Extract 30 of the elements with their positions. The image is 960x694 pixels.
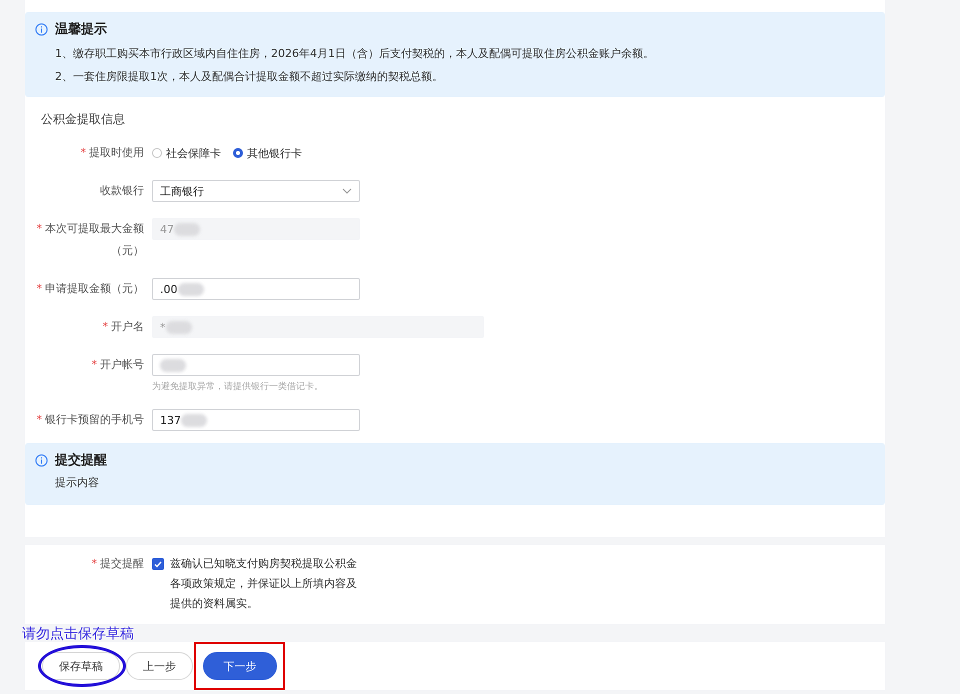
form-button[interactable]: 上一步 — [126, 652, 193, 680]
field-label: * 申请提取金额（元） — [36, 282, 144, 295]
input-field[interactable]: 137 — [152, 409, 360, 431]
radio-option[interactable]: 社会保障卡 — [152, 146, 221, 160]
notice-title: 提交提醒 — [55, 452, 107, 469]
notice-title: 温馨提示 — [55, 21, 107, 38]
annotation-note: 请勿点击保存草稿 — [22, 625, 134, 643]
input-field[interactable] — [152, 354, 360, 376]
info-icon — [35, 22, 48, 36]
input-field[interactable]: .00 — [152, 278, 360, 300]
form-button[interactable]: 下一步 — [203, 652, 277, 680]
chevron-down-icon — [342, 188, 352, 194]
notice-text: 1、缴存职工购买本市行政区域内自住住房，2026年4月1日（含）后支付契税的，本人及配偶可提取住房公积金账户余额。 — [55, 46, 655, 61]
checkbox[interactable] — [152, 558, 164, 570]
notice-text: 提示内容 — [55, 475, 100, 490]
bank-select[interactable]: 工商银行 — [152, 180, 360, 202]
radio-option[interactable]: 其他银行卡 — [233, 146, 302, 160]
agreement-text: 兹确认已知晓支付购房契税提取公积金各项政策规定，并保证以上所填内容及提供的资料属实。 — [170, 556, 358, 612]
field-label: * 提交提醒 — [92, 557, 144, 570]
section-title: 公积金提取信息 — [40, 111, 126, 128]
form-button[interactable]: 保存草稿 — [42, 652, 120, 680]
field-label: 收款银行 — [100, 184, 144, 197]
field-label: * 开户帐号 — [92, 358, 144, 371]
field-hint: 为避免提取异常，请提供银行一类借记卡。 — [152, 380, 324, 393]
info-icon — [35, 454, 48, 466]
notice-text: 2、一套住房限提取1次，本人及配偶合计提取金额不超过实际缴纳的契税总额。 — [55, 69, 444, 84]
field-label: * 本次可提取最大金额（元） — [36, 222, 144, 257]
field-label: * 开户名 — [102, 320, 144, 333]
field-label: * 提取时使用 — [80, 146, 144, 159]
field-label: * 银行卡预留的手机号 — [36, 413, 144, 426]
